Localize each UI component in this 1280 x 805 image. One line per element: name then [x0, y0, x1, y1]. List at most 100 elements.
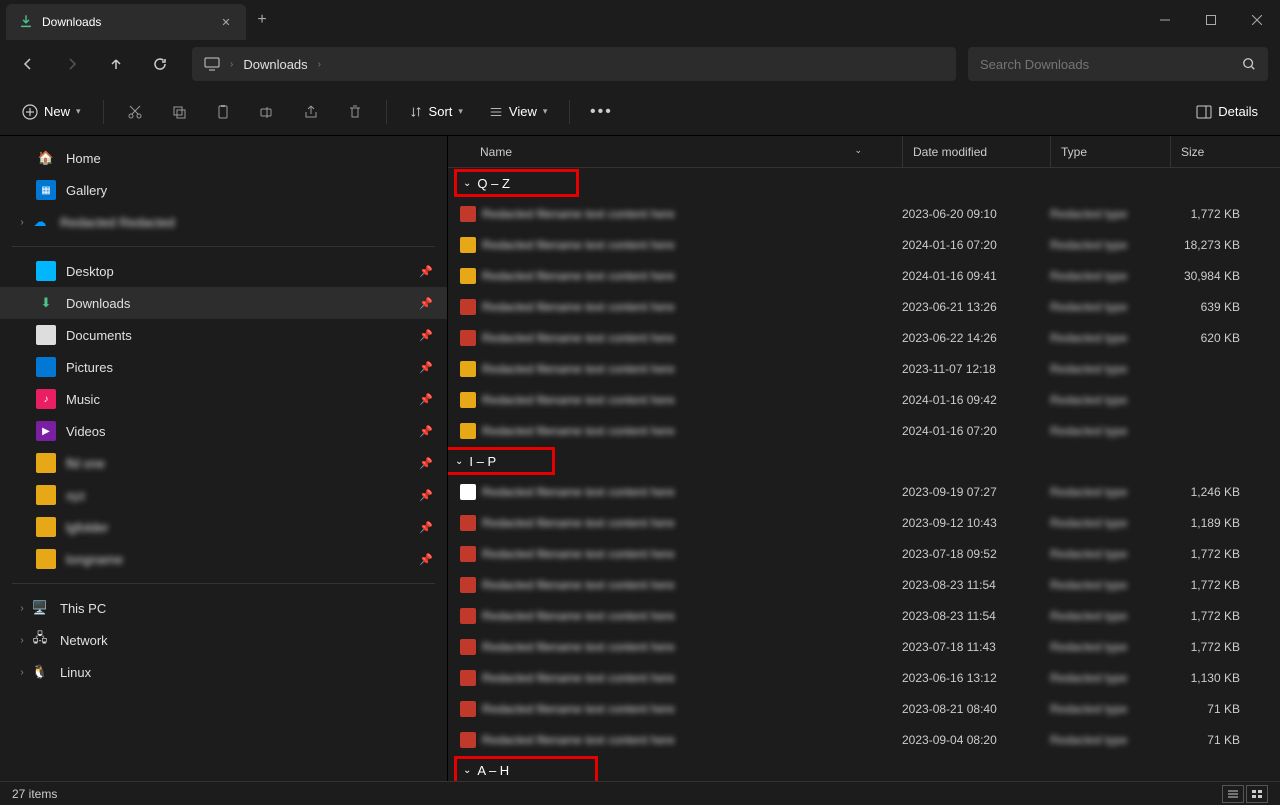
- sidebar-network[interactable]: ›🖧Network: [0, 624, 447, 656]
- copy-button[interactable]: [160, 94, 198, 130]
- file-row[interactable]: Redacted filename text content here2023-…: [448, 198, 1280, 229]
- close-window-button[interactable]: [1234, 4, 1280, 36]
- sidebar-home[interactable]: 🏠Home: [0, 142, 447, 174]
- sidebar-thispc[interactable]: ›🖥️This PC: [0, 592, 447, 624]
- chevron-down-icon: ▾: [458, 106, 463, 117]
- file-row[interactable]: Redacted filename text content here2023-…: [448, 631, 1280, 662]
- file-icon: [460, 608, 476, 624]
- file-icon: [460, 423, 476, 439]
- pin-icon[interactable]: 📌: [419, 329, 433, 342]
- pin-icon[interactable]: 📌: [419, 425, 433, 438]
- file-row[interactable]: Redacted filename text content here2024-…: [448, 260, 1280, 291]
- chevron-down-icon[interactable]: ⌄: [463, 765, 471, 776]
- column-type[interactable]: Type: [1050, 136, 1170, 167]
- rename-button[interactable]: [248, 94, 286, 130]
- file-row[interactable]: Redacted filename text content here2023-…: [448, 538, 1280, 569]
- chevron-down-icon[interactable]: ⌄: [463, 178, 471, 189]
- pin-icon[interactable]: 📌: [419, 297, 433, 310]
- refresh-button[interactable]: [140, 44, 180, 84]
- file-icon: [460, 237, 476, 253]
- file-row[interactable]: Redacted filename text content here2023-…: [448, 291, 1280, 322]
- cut-button[interactable]: [116, 94, 154, 130]
- column-size[interactable]: Size: [1170, 136, 1280, 167]
- more-button[interactable]: •••: [582, 94, 620, 130]
- chevron-right-icon[interactable]: ›: [14, 603, 30, 614]
- group-header-ip[interactable]: ⌄ I – P: [448, 446, 1280, 476]
- delete-button[interactable]: [336, 94, 374, 130]
- column-name[interactable]: Name⌄: [448, 145, 902, 159]
- address-bar[interactable]: › Downloads ›: [192, 47, 956, 81]
- back-button[interactable]: [8, 44, 48, 84]
- search-box[interactable]: [968, 47, 1268, 81]
- file-row[interactable]: Redacted filename text content here2023-…: [448, 600, 1280, 631]
- pin-icon[interactable]: 📌: [419, 393, 433, 406]
- paste-button[interactable]: [204, 94, 242, 130]
- up-button[interactable]: [96, 44, 136, 84]
- forward-button[interactable]: [52, 44, 92, 84]
- file-icon: [460, 268, 476, 284]
- search-icon[interactable]: [1242, 57, 1256, 71]
- chevron-right-icon[interactable]: ›: [14, 635, 30, 646]
- sidebar-folder[interactable]: lgfolder📌: [0, 511, 447, 543]
- file-row[interactable]: Redacted filename text content here2024-…: [448, 415, 1280, 446]
- details-icon: [1196, 105, 1212, 119]
- group-header-qz[interactable]: ⌄ Q – Z: [448, 168, 1280, 198]
- sidebar-user[interactable]: ›☁Redacted Redacted: [0, 206, 447, 238]
- sidebar-desktop[interactable]: Desktop📌: [0, 255, 447, 287]
- column-date[interactable]: Date modified: [902, 136, 1050, 167]
- sidebar-folder[interactable]: xyz📌: [0, 479, 447, 511]
- file-row[interactable]: Redacted filename text content here2023-…: [448, 476, 1280, 507]
- tab-downloads[interactable]: Downloads ✕: [6, 4, 246, 40]
- sidebar-folder[interactable]: fld one📌: [0, 447, 447, 479]
- file-row[interactable]: Redacted filename text content here2023-…: [448, 662, 1280, 693]
- sidebar-documents[interactable]: Documents📌: [0, 319, 447, 351]
- main-content: 🏠Home ▦Gallery ›☁Redacted Redacted Deskt…: [0, 136, 1280, 781]
- file-row[interactable]: Redacted filename text content here2023-…: [448, 693, 1280, 724]
- pin-icon[interactable]: 📌: [419, 553, 433, 566]
- pin-icon[interactable]: 📌: [419, 361, 433, 374]
- file-type: Redacted type: [1050, 393, 1170, 407]
- pin-icon[interactable]: 📌: [419, 265, 433, 278]
- sort-button[interactable]: Sort ▾: [399, 98, 473, 125]
- file-row[interactable]: Redacted filename text content here2024-…: [448, 384, 1280, 415]
- tab-title: Downloads: [42, 15, 218, 29]
- file-name: Redacted filename text content here: [482, 269, 902, 283]
- share-button[interactable]: [292, 94, 330, 130]
- view-button[interactable]: View ▾: [479, 98, 557, 125]
- sidebar-pictures[interactable]: Pictures📌: [0, 351, 447, 383]
- new-tab-button[interactable]: +: [246, 11, 278, 29]
- desktop-icon: [36, 261, 56, 281]
- sidebar-music[interactable]: ♪Music📌: [0, 383, 447, 415]
- sidebar-videos[interactable]: ▶Videos📌: [0, 415, 447, 447]
- sidebar-gallery[interactable]: ▦Gallery: [0, 174, 447, 206]
- breadcrumb-segment[interactable]: Downloads: [243, 57, 307, 72]
- maximize-button[interactable]: [1188, 4, 1234, 36]
- file-row[interactable]: Redacted filename text content here2023-…: [448, 724, 1280, 755]
- chevron-right-icon[interactable]: ›: [14, 217, 30, 228]
- file-row[interactable]: Redacted filename text content here2023-…: [448, 507, 1280, 538]
- tab-close-button[interactable]: ✕: [218, 14, 234, 30]
- sidebar-linux[interactable]: ›🐧Linux: [0, 656, 447, 688]
- pin-icon[interactable]: 📌: [419, 521, 433, 534]
- file-row[interactable]: Redacted filename text content here2023-…: [448, 322, 1280, 353]
- sidebar-downloads[interactable]: ⬇Downloads📌: [0, 287, 447, 319]
- file-row[interactable]: Redacted filename text content here2023-…: [448, 353, 1280, 384]
- pin-icon[interactable]: 📌: [419, 457, 433, 470]
- group-header-ah[interactable]: ⌄ A – H: [448, 755, 1280, 781]
- chevron-right-icon[interactable]: ›: [318, 59, 321, 70]
- new-button[interactable]: New ▾: [12, 98, 91, 126]
- file-row[interactable]: Redacted filename text content here2024-…: [448, 229, 1280, 260]
- file-list[interactable]: ⌄ Q – Z Redacted filename text content h…: [448, 168, 1280, 781]
- search-input[interactable]: [980, 57, 1242, 72]
- pin-icon[interactable]: 📌: [419, 489, 433, 502]
- details-view-toggle[interactable]: [1222, 785, 1244, 803]
- details-pane-button[interactable]: Details: [1186, 98, 1268, 125]
- file-type: Redacted type: [1050, 424, 1170, 438]
- minimize-button[interactable]: [1142, 4, 1188, 36]
- thumbnails-view-toggle[interactable]: [1246, 785, 1268, 803]
- chevron-down-icon[interactable]: ⌄: [455, 456, 463, 467]
- sidebar-folder[interactable]: longname📌: [0, 543, 447, 575]
- file-row[interactable]: Redacted filename text content here2023-…: [448, 569, 1280, 600]
- chevron-right-icon[interactable]: ›: [14, 667, 30, 678]
- file-date: 2023-07-18 11:43: [902, 640, 1050, 654]
